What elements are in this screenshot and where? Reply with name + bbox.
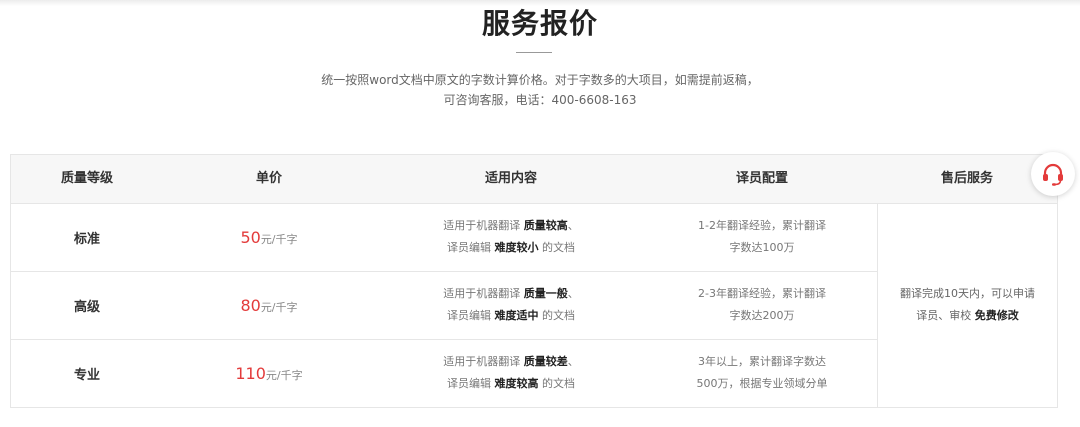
scope-text-part: 适用于机器翻译 [443,355,524,368]
page-subtitle: 统一按照word文档中原文的字数计算价格。对于字数多的大项目，如需提前返稿， 可… [0,70,1080,110]
scope-text-part: 译员编辑 [447,241,495,254]
staff-text: 3年以上，累计翻译字数达 500万，根据专业领域分单 [697,351,828,395]
price-value: 110元/千字 [235,364,302,383]
page-title: 服务报价 [481,7,598,40]
column-header-grade: 质量等级 [60,171,113,186]
price-value: 80元/千字 [240,296,297,315]
scope-text-part: 的文档 [538,309,575,322]
scope-highlight: 质量一般 [523,287,568,300]
scope-highlight: 质量较差 [523,355,568,368]
scope-highlight: 质量较高 [523,219,568,232]
scope-text-part: 的文档 [538,377,575,390]
price-unit: 元/千字 [260,300,298,314]
headset-icon [1043,163,1063,186]
staff-line: 字数达200万 [729,309,795,322]
staff-text: 1-2年翻译经验，累计翻译 字数达100万 [698,215,826,259]
price-number: 50 [240,227,261,247]
scope-text-part: 、 [567,355,579,368]
table-header: 质量等级 单价 适用内容 译员配置 售后服务 [11,155,1057,204]
aftersale-highlight: 免费修改 [974,309,1019,322]
scope-text-part: 译员编辑 [447,377,495,390]
table-row: 专业 110元/千字 适用于机器翻译 质量较差、 译员编辑 难度较高 的文档 3… [11,339,877,407]
scope-text-part: 、 [567,287,579,300]
scope-text: 适用于机器翻译 质量较高、 译员编辑 难度较小 的文档 [443,215,579,259]
column-header-aftersale: 售后服务 [940,171,993,186]
column-header-staff: 译员配置 [735,171,788,186]
grade-label: 高级 [73,299,100,315]
scope-highlight: 难度较高 [494,377,539,390]
aftersale-text: 翻译完成10天内，可以申请 译员、审校 免费修改 [900,283,1035,327]
staff-line: 1-2年翻译经验，累计翻译 [698,219,826,232]
price-value: 50元/千字 [240,228,297,247]
scope-text-part: 适用于机器翻译 [443,287,524,300]
title-divider [516,52,552,53]
price-unit: 元/千字 [260,232,298,246]
staff-text: 2-3年翻译经验，累计翻译 字数达200万 [698,283,826,327]
grade-label: 标准 [73,231,100,247]
table-row: 高级 80元/千字 适用于机器翻译 质量一般、 译员编辑 难度适中 的文档 2-… [11,271,877,340]
subtitle-line-2: 可咨询客服，电话：400-6608-163 [443,93,637,107]
table-row: 标准 50元/千字 适用于机器翻译 质量较高、 译员编辑 难度较小 的文档 1-… [11,203,877,272]
staff-line: 2-3年翻译经验，累计翻译 [698,287,826,300]
price-table: 质量等级 单价 适用内容 译员配置 售后服务 标准 50元/千字 适用于机器翻译… [10,154,1058,408]
scope-highlight: 难度适中 [494,309,539,322]
staff-line: 3年以上，累计翻译字数达 [698,355,826,368]
staff-line: 500万，根据专业领域分单 [696,377,828,390]
column-header-price: 单价 [255,171,282,186]
scope-text-part: 译员编辑 [447,309,495,322]
price-number: 110 [235,363,266,383]
aftersale-line: 翻译完成10天内，可以申请 [900,287,1035,300]
price-number: 80 [240,295,261,315]
price-unit: 元/千字 [265,368,303,382]
scope-text: 适用于机器翻译 质量较差、 译员编辑 难度较高 的文档 [443,351,579,395]
grade-label: 专业 [73,367,100,383]
scope-highlight: 难度较小 [494,241,539,254]
customer-service-button[interactable] [1031,152,1075,196]
column-header-scope: 适用内容 [484,171,537,186]
aftersale-cell: 翻译完成10天内，可以申请 译员、审校 免费修改 [877,203,1057,407]
subtitle-line-1: 统一按照word文档中原文的字数计算价格。对于字数多的大项目，如需提前返稿， [321,73,759,87]
staff-line: 字数达100万 [729,241,795,254]
scope-text-part: 适用于机器翻译 [443,219,524,232]
aftersale-line: 译员、审校 [916,309,975,322]
scope-text-part: 的文档 [538,241,575,254]
scope-text-part: 、 [567,219,579,232]
scope-text: 适用于机器翻译 质量一般、 译员编辑 难度适中 的文档 [443,283,579,327]
